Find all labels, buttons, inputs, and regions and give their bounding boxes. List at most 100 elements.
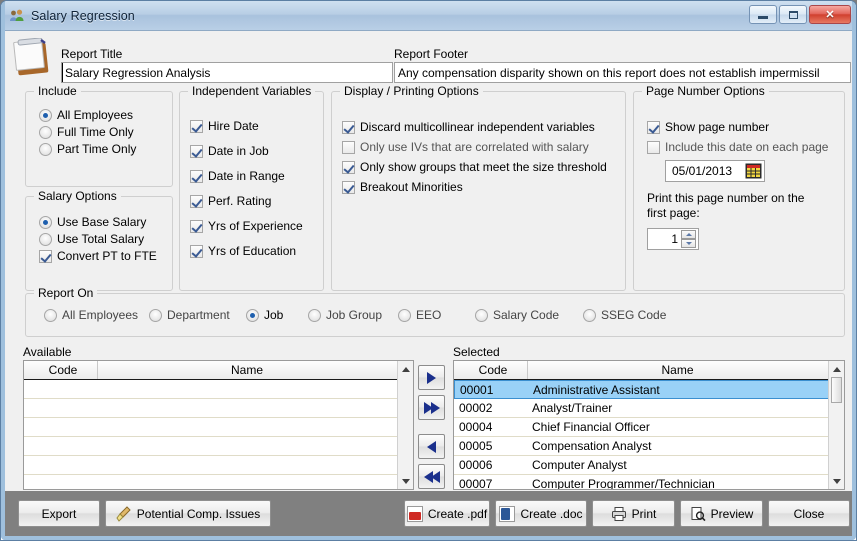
first-page-number-stepper[interactable]: 1	[647, 228, 699, 250]
radio-report-on-all-employees[interactable]: All Employees	[44, 308, 149, 322]
checkbox-perf-rating[interactable]: Perf. Rating	[190, 194, 303, 208]
radio-part-time-only[interactable]: Part Time Only	[39, 142, 136, 156]
radio-report-on-salary-code[interactable]: Salary Code	[475, 308, 583, 322]
radio-report-on-eeo[interactable]: EEO	[398, 308, 475, 322]
checkbox-only-show-groups-size-threshold[interactable]: Only show groups that meet the size thre…	[342, 160, 607, 174]
selected-list[interactable]: Code Name 00001 Administrative Assistant…	[453, 360, 845, 490]
checkbox-convert-pt-to-fte[interactable]: Convert PT to FTE	[39, 249, 157, 263]
selected-list-scrollbar[interactable]	[828, 361, 844, 489]
selected-list-body[interactable]: 00001 Administrative Assistant 00002 Ana…	[454, 380, 844, 489]
table-row[interactable]: 00005 Compensation Analyst	[454, 437, 844, 456]
broom-icon	[116, 505, 132, 522]
checkbox-hire-date[interactable]: Hire Date	[190, 119, 303, 133]
checkbox-only-use-correlated-ivs[interactable]: Only use IVs that are correlated with sa…	[342, 140, 607, 154]
preview-button[interactable]: Preview	[680, 500, 763, 527]
selected-list-label: Selected	[453, 345, 500, 359]
checkbox-discard-multicollinear[interactable]: Discard multicollinear independent varia…	[342, 120, 607, 134]
calendar-icon[interactable]	[745, 163, 762, 179]
cell-code: 00005	[459, 439, 493, 453]
title-bar[interactable]: Salary Regression ✕	[1, 1, 856, 31]
first-page-number-value: 1	[671, 232, 678, 246]
maximize-button[interactable]	[779, 5, 807, 24]
radio-report-on-department[interactable]: Department	[149, 308, 246, 322]
table-row[interactable]	[24, 380, 413, 399]
move-all-right-button[interactable]	[418, 395, 445, 420]
radio-icon	[398, 308, 411, 322]
move-left-button[interactable]	[418, 434, 445, 459]
column-header-code[interactable]: Code	[24, 361, 98, 379]
export-button-label: Export	[41, 506, 77, 521]
scroll-up-icon[interactable]	[398, 361, 413, 377]
column-header-name[interactable]: Name	[98, 361, 413, 379]
export-button[interactable]: Export	[18, 500, 100, 527]
move-right-button[interactable]	[418, 365, 445, 390]
table-row[interactable]: 00004 Chief Financial Officer	[454, 418, 844, 437]
scroll-track[interactable]	[398, 377, 413, 473]
close-button[interactable]: ✕	[809, 5, 851, 24]
scroll-up-icon[interactable]	[829, 361, 844, 377]
report-title-input[interactable]: Salary Regression Analysis	[61, 62, 393, 83]
close-button-label: Close	[793, 506, 825, 521]
radio-label: Job	[264, 308, 284, 322]
checkbox-icon	[39, 249, 52, 263]
checkbox-label: Only use IVs that are correlated with sa…	[360, 140, 589, 154]
radio-report-on-job[interactable]: Job	[246, 308, 308, 322]
create-pdf-button[interactable]: Create .pdf	[404, 500, 490, 527]
scroll-down-icon[interactable]	[398, 473, 413, 489]
column-header-code[interactable]: Code	[454, 361, 528, 379]
table-row[interactable]	[24, 418, 413, 437]
radio-icon	[39, 232, 52, 246]
table-row[interactable]: 00006 Computer Analyst	[454, 456, 844, 475]
potential-comp-issues-button[interactable]: Potential Comp. Issues	[105, 500, 271, 527]
minimize-button[interactable]	[749, 5, 777, 24]
available-list-scrollbar[interactable]	[397, 361, 413, 489]
checkbox-icon	[647, 120, 660, 134]
create-doc-button[interactable]: Create .doc	[495, 500, 587, 527]
table-row[interactable]	[24, 475, 413, 489]
radio-report-on-job-group[interactable]: Job Group	[308, 308, 398, 322]
checkbox-date-in-job[interactable]: Date in Job	[190, 144, 303, 158]
selected-list-header: Code Name	[454, 361, 844, 380]
radio-report-on-sseg-code[interactable]: SSEG Code	[583, 308, 666, 322]
radio-use-total-salary[interactable]: Use Total Salary	[39, 232, 157, 246]
scroll-track[interactable]	[829, 377, 844, 473]
close-dialog-button[interactable]: Close	[768, 500, 850, 527]
checkbox-show-page-number[interactable]: Show page number	[647, 120, 828, 134]
table-row[interactable]	[24, 437, 413, 456]
available-list-body[interactable]	[24, 380, 413, 489]
scroll-down-icon[interactable]	[829, 473, 844, 489]
window-controls: ✕	[749, 5, 851, 24]
move-all-left-button[interactable]	[418, 464, 445, 489]
radio-all-employees[interactable]: All Employees	[39, 108, 136, 122]
button-bar: Export Potential Comp. Issues Create .pd…	[5, 491, 852, 536]
cell-name: Chief Financial Officer	[532, 420, 650, 434]
checkbox-breakout-minorities[interactable]: Breakout Minorities	[342, 180, 607, 194]
table-row[interactable]	[24, 456, 413, 475]
report-on-group: Report On All Employees Department Job J…	[25, 286, 845, 337]
table-row[interactable]: 00002 Analyst/Trainer	[454, 399, 844, 418]
cell-code: 00007	[459, 477, 493, 489]
checkbox-date-in-range[interactable]: Date in Range	[190, 169, 303, 183]
table-row[interactable]: 00001 Administrative Assistant	[454, 380, 844, 399]
checkbox-label: Date in Range	[208, 169, 285, 183]
checkbox-yrs-of-experience[interactable]: Yrs of Experience	[190, 219, 303, 233]
checkbox-yrs-of-education[interactable]: Yrs of Education	[190, 244, 303, 258]
stepper-down-icon[interactable]	[681, 239, 696, 248]
radio-label: Use Base Salary	[57, 215, 147, 229]
checkbox-icon	[342, 120, 355, 134]
available-list[interactable]: Code Name	[23, 360, 414, 490]
date-input[interactable]: 05/01/2013	[665, 160, 765, 182]
display-printing-options-group-title: Display / Printing Options	[340, 84, 483, 98]
stepper-up-icon[interactable]	[681, 230, 696, 239]
checkbox-include-date-each-page[interactable]: Include this date on each page	[647, 140, 828, 154]
column-header-name[interactable]: Name	[528, 361, 844, 379]
report-footer-input[interactable]: Any compensation disparity shown on this…	[394, 62, 851, 83]
radio-use-base-salary[interactable]: Use Base Salary	[39, 215, 157, 229]
radio-full-time-only[interactable]: Full Time Only	[39, 125, 136, 139]
table-row[interactable]: 00007 Computer Programmer/Technician	[454, 475, 844, 489]
print-button[interactable]: Print	[592, 500, 675, 527]
scroll-thumb[interactable]	[831, 377, 842, 403]
table-row[interactable]	[24, 399, 413, 418]
stepper-arrows[interactable]	[681, 230, 696, 248]
checkbox-icon	[190, 194, 203, 208]
